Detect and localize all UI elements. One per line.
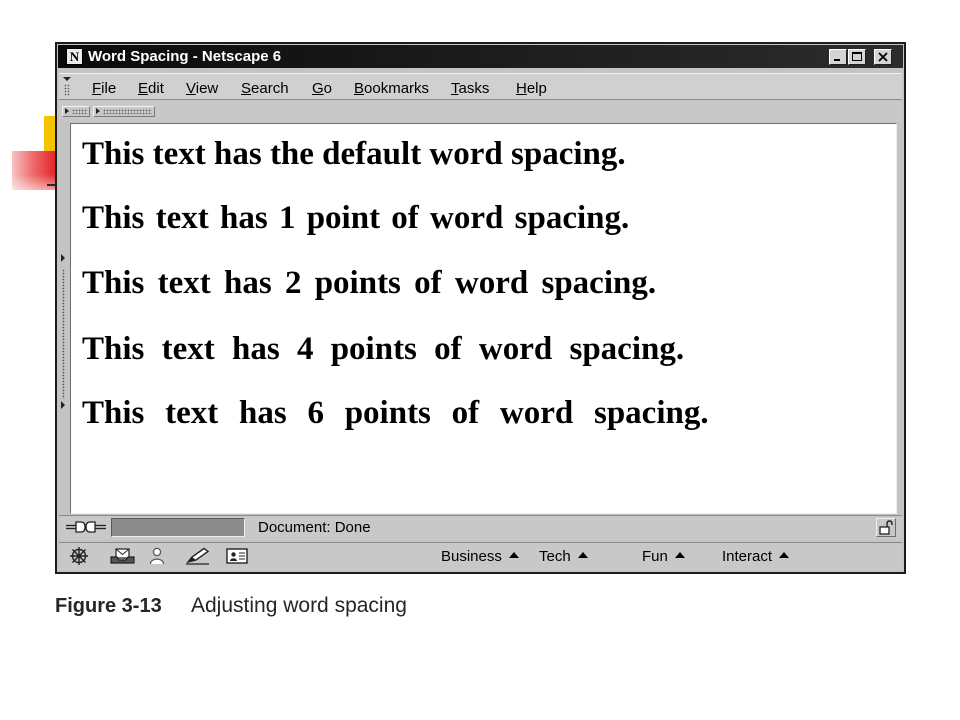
text-line-default-spacing: This text has the default word spacing. <box>82 136 626 172</box>
sidebar-expand-icon <box>61 401 65 409</box>
text-line-1pt-spacing: This text has 1 point of word spacing. <box>82 200 630 236</box>
address-book-icon[interactable] <box>224 546 251 566</box>
component-menu-label: Fun <box>642 548 668 565</box>
text-line-4pt-spacing: This text has 4 points of word spacing. <box>82 331 685 367</box>
progress-meter <box>111 518 245 537</box>
window-title: Word Spacing - Netscape 6 <box>88 48 282 65</box>
menu-file[interactable]: File <box>92 79 116 98</box>
component-menu-label: Interact <box>722 548 773 565</box>
browser-window: N Word Spacing - Netscape 6 File Edit Vi… <box>55 42 906 574</box>
navigation-toolbar-grippy[interactable] <box>62 106 90 117</box>
chevron-down-icon <box>63 77 71 81</box>
personal-toolbar-grippy[interactable] <box>93 106 155 117</box>
menu-go[interactable]: Go <box>312 79 332 98</box>
menu-tasks[interactable]: Tasks <box>451 79 489 98</box>
navigator-icon[interactable] <box>66 546 94 566</box>
figure-caption: Figure 3-13 Adjusting word spacing <box>55 593 407 621</box>
component-menu-fun[interactable]: Fun <box>642 548 685 566</box>
status-text: Document: Done <box>258 519 371 536</box>
triangle-up-icon <box>674 552 685 558</box>
title-bar[interactable]: N Word Spacing - Netscape 6 <box>58 45 903 68</box>
triangle-up-icon <box>577 552 588 558</box>
minimize-button[interactable] <box>829 49 847 65</box>
text-line-2pt-spacing: This text has 2 points of word spacing. <box>82 265 657 301</box>
grip-dots <box>72 109 87 114</box>
component-bar: Business Tech Fun Interact <box>59 542 902 571</box>
close-button[interactable] <box>874 49 892 65</box>
menu-bar: File Edit View Search Go Bookmarks Tasks… <box>59 73 902 100</box>
component-menu-label: Business <box>441 548 502 565</box>
figure-title: Adjusting word spacing <box>191 594 407 617</box>
unlocked-padlock-icon <box>879 520 893 535</box>
triangle-up-icon <box>779 552 790 558</box>
online-plug-icon[interactable] <box>66 519 106 535</box>
security-button[interactable] <box>876 518 896 537</box>
mail-icon[interactable] <box>108 546 136 566</box>
menu-view[interactable]: View <box>186 79 218 98</box>
component-menu-tech[interactable]: Tech <box>539 548 588 566</box>
menu-help[interactable]: Help <box>516 79 547 98</box>
menu-bar-grippy[interactable] <box>62 75 72 98</box>
menu-bookmarks[interactable]: Bookmarks <box>354 79 429 98</box>
figure-number: Figure 3-13 <box>55 595 162 617</box>
instant-messenger-icon[interactable] <box>146 546 168 566</box>
sidebar-grippy[interactable] <box>59 123 69 514</box>
netscape-n-icon[interactable]: N <box>66 48 83 65</box>
chevron-right-icon <box>65 108 69 114</box>
menu-edit[interactable]: Edit <box>138 79 164 98</box>
component-menu-business[interactable]: Business <box>441 548 519 566</box>
collapsed-toolbars <box>59 101 902 121</box>
maximize-icon <box>852 52 862 61</box>
slide-accent-yellow-bar <box>44 116 55 152</box>
grip-dots <box>64 84 70 96</box>
grip-dots <box>62 269 65 399</box>
chevron-right-icon <box>96 108 100 114</box>
grip-dots <box>103 109 152 114</box>
sidebar-expand-icon <box>61 254 65 262</box>
component-menu-label: Tech <box>539 548 571 565</box>
maximize-button[interactable] <box>848 49 866 65</box>
menu-search[interactable]: Search <box>241 79 289 98</box>
status-bar: Document: Done <box>59 515 902 540</box>
component-menu-interact[interactable]: Interact <box>722 548 790 566</box>
page-content: This text has the default word spacing. … <box>70 123 897 514</box>
triangle-up-icon <box>508 552 519 558</box>
composer-icon[interactable] <box>183 546 212 566</box>
close-icon <box>878 52 888 62</box>
text-line-6pt-spacing: This text has 6 points of word spacing. <box>82 395 709 431</box>
minimize-icon <box>834 59 840 61</box>
slide-title-rule <box>47 184 55 186</box>
